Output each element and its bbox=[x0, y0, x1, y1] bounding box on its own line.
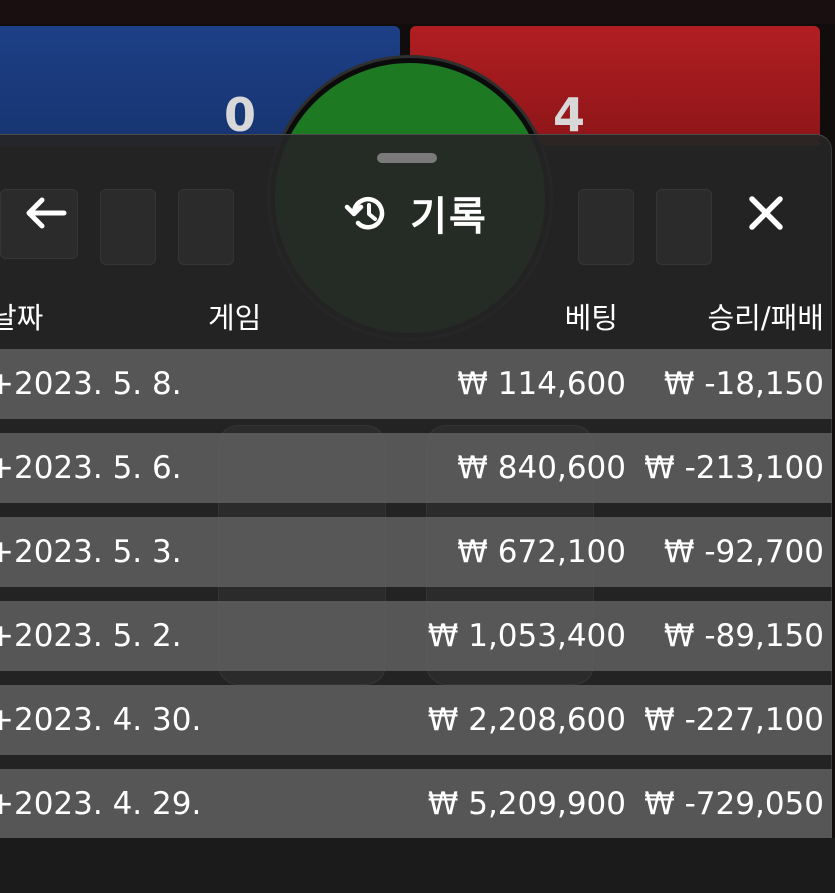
column-header-game: 게임 bbox=[208, 301, 262, 335]
history-row[interactable]: +2023. 5. 3. ₩ 672,100 ₩ -92,700 bbox=[0, 517, 832, 587]
history-sheet: 기록 날짜 게임 베팅 승리/패배 +2023. 5. 8. ₩ 114,600… bbox=[0, 134, 832, 893]
row-result: ₩ -213,100 bbox=[644, 450, 824, 486]
row-bet: ₩ 114,600 bbox=[457, 366, 626, 402]
row-bet: ₩ 2,208,600 bbox=[427, 702, 626, 738]
column-header-result: 승리/패배 bbox=[707, 301, 825, 335]
row-result: ₩ -92,700 bbox=[663, 534, 824, 570]
bottom-area bbox=[0, 838, 835, 893]
row-result: ₩ -729,050 bbox=[644, 786, 824, 822]
row-bet: ₩ 5,209,900 bbox=[427, 786, 626, 822]
column-header-date: 날짜 bbox=[0, 301, 44, 335]
column-header-bet: 베팅 bbox=[564, 301, 618, 335]
sheet-title: 기록 bbox=[410, 194, 488, 240]
sheet-header: 기록 bbox=[0, 183, 832, 243]
history-row[interactable]: +2023. 5. 2. ₩ 1,053,400 ₩ -89,150 bbox=[0, 601, 832, 671]
row-date: +2023. 5. 8. bbox=[0, 366, 182, 402]
history-row[interactable]: +2023. 5. 6. ₩ 840,600 ₩ -213,100 bbox=[0, 433, 832, 503]
row-result: ₩ -89,150 bbox=[663, 618, 824, 654]
close-icon bbox=[749, 196, 783, 230]
row-date: +2023. 4. 29. bbox=[0, 786, 202, 822]
row-date: +2023. 5. 2. bbox=[0, 618, 182, 654]
sheet-grabber[interactable] bbox=[377, 153, 437, 163]
history-row[interactable]: +2023. 5. 8. ₩ 114,600 ₩ -18,150 bbox=[0, 349, 832, 419]
row-result: ₩ -18,150 bbox=[663, 366, 824, 402]
row-bet: ₩ 1,053,400 bbox=[427, 618, 626, 654]
close-button[interactable] bbox=[734, 181, 798, 245]
row-result: ₩ -227,100 bbox=[644, 702, 824, 738]
history-row[interactable]: +2023. 4. 30. ₩ 2,208,600 ₩ -227,100 bbox=[0, 685, 832, 755]
history-row[interactable]: +2023. 4. 29. ₩ 5,209,900 ₩ -729,050 bbox=[0, 769, 832, 839]
top-bar bbox=[0, 0, 835, 24]
history-icon bbox=[344, 196, 385, 230]
row-date: +2023. 5. 6. bbox=[0, 450, 182, 486]
game-screen: 0 4 기록 날짜 게임 베팅 승리/패배 +2023. 5. 8. ₩ 114… bbox=[0, 0, 835, 893]
row-bet: ₩ 840,600 bbox=[457, 450, 626, 486]
row-date: +2023. 5. 3. bbox=[0, 534, 182, 570]
row-date: +2023. 4. 30. bbox=[0, 702, 202, 738]
table-header: 날짜 게임 베팅 승리/패배 bbox=[0, 295, 832, 339]
row-bet: ₩ 672,100 bbox=[457, 534, 626, 570]
